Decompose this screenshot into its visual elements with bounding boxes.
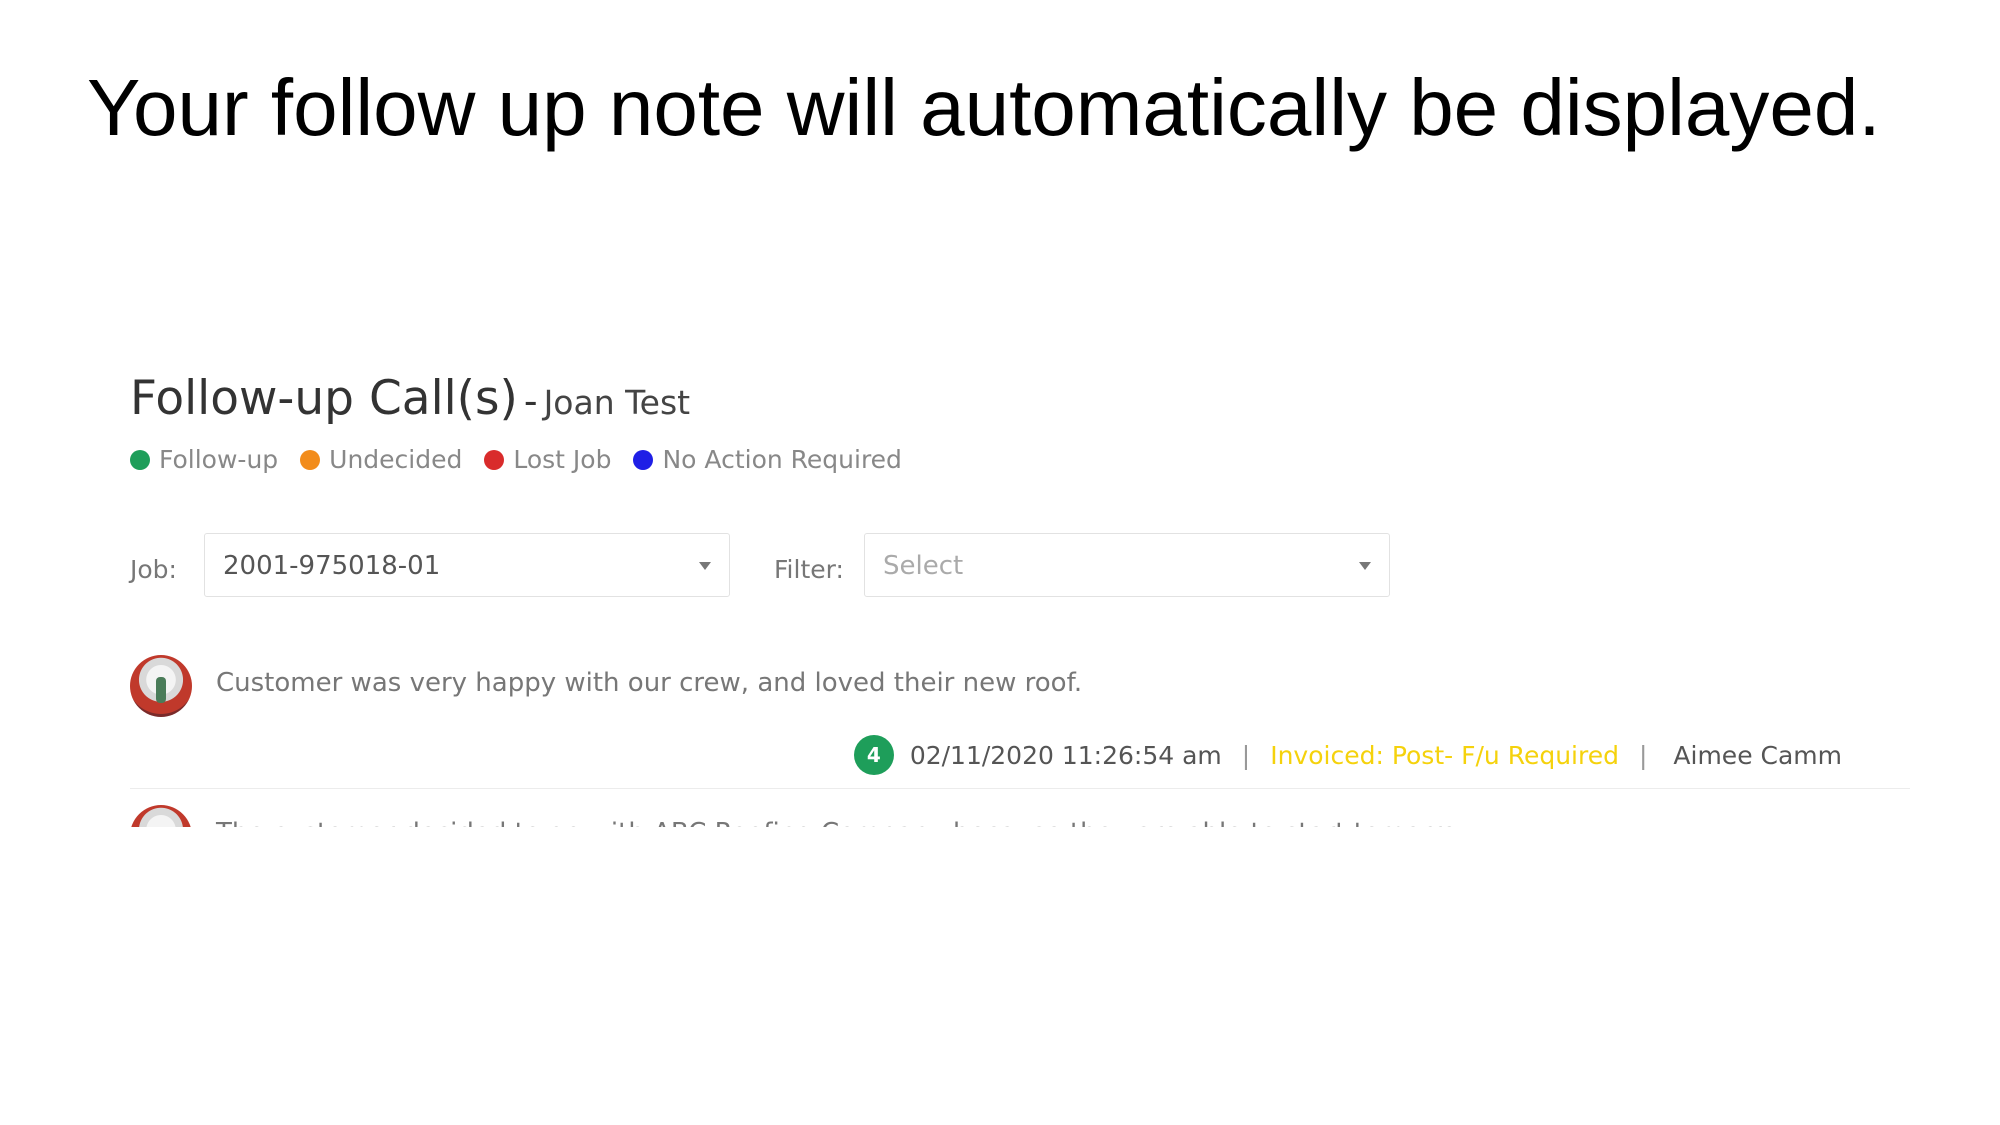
- legend-label: Lost Job: [513, 445, 612, 474]
- filter-row: Job: 2001-975018-01 Filter: Select: [130, 533, 1430, 603]
- job-label: Job:: [130, 555, 177, 584]
- follow-up-dot-icon: [130, 449, 150, 470]
- legend-item-undecided: Undecided: [300, 445, 462, 474]
- job-select-value: 2001-975018-01: [223, 551, 441, 581]
- panel-title-separator: -: [523, 379, 538, 423]
- legend-label: No Action Required: [662, 445, 902, 474]
- legend-item-lost-job: Lost Job: [484, 445, 611, 474]
- job-select[interactable]: 2001-975018-01: [204, 533, 730, 597]
- meta-separator: |: [1638, 740, 1648, 770]
- legend-label: Follow-up: [159, 445, 279, 474]
- undecided-dot-icon: [300, 449, 321, 470]
- filter-select[interactable]: Select: [864, 533, 1390, 597]
- no-action-dot-icon: [633, 449, 654, 470]
- note-meta: 4 02/11/2020 11:26:54 am | Invoiced: Pos…: [853, 735, 1842, 775]
- status-legend: Follow-up Undecided Lost Job No Action R…: [130, 445, 902, 474]
- note-status: Invoiced: Post- F/u Required: [1270, 740, 1619, 770]
- panel-title: Follow-up Call(s) - Joan Test: [130, 371, 690, 426]
- panel-title-text: Follow-up Call(s): [130, 371, 518, 426]
- note-timestamp: 02/11/2020 11:26:54 am: [909, 740, 1222, 770]
- note-text: The customer decided to go with ABC Roof…: [216, 818, 1484, 827]
- note-user: Aimee Camm: [1673, 740, 1842, 770]
- legend-item-follow-up: Follow-up: [130, 445, 278, 474]
- legend-item-no-action-required: No Action Required: [633, 445, 902, 474]
- note-divider: [130, 788, 1910, 789]
- note-text: Customer was very happy with our crew, a…: [216, 668, 1083, 698]
- customer-name: Joan Test: [543, 383, 691, 422]
- chevron-down-icon: [1359, 562, 1371, 570]
- avatar: [130, 655, 192, 717]
- legend-label: Undecided: [329, 445, 463, 474]
- follow-up-calls-panel: Follow-up Call(s) - Joan Test Follow-up Un…: [126, 365, 1916, 827]
- lost-job-dot-icon: [484, 449, 505, 470]
- note-count-badge: 4: [853, 735, 894, 775]
- filter-select-placeholder: Select: [883, 551, 964, 581]
- slide-title: Your follow up note will automatically b…: [87, 63, 1881, 152]
- filter-label: Filter:: [774, 555, 844, 584]
- meta-separator: |: [1241, 740, 1251, 770]
- note-item: The customer decided to go with ABC Roof…: [130, 805, 1910, 827]
- chevron-down-icon: [699, 562, 711, 570]
- note-item: Customer was very happy with our crew, a…: [130, 655, 1910, 795]
- avatar: [130, 805, 192, 827]
